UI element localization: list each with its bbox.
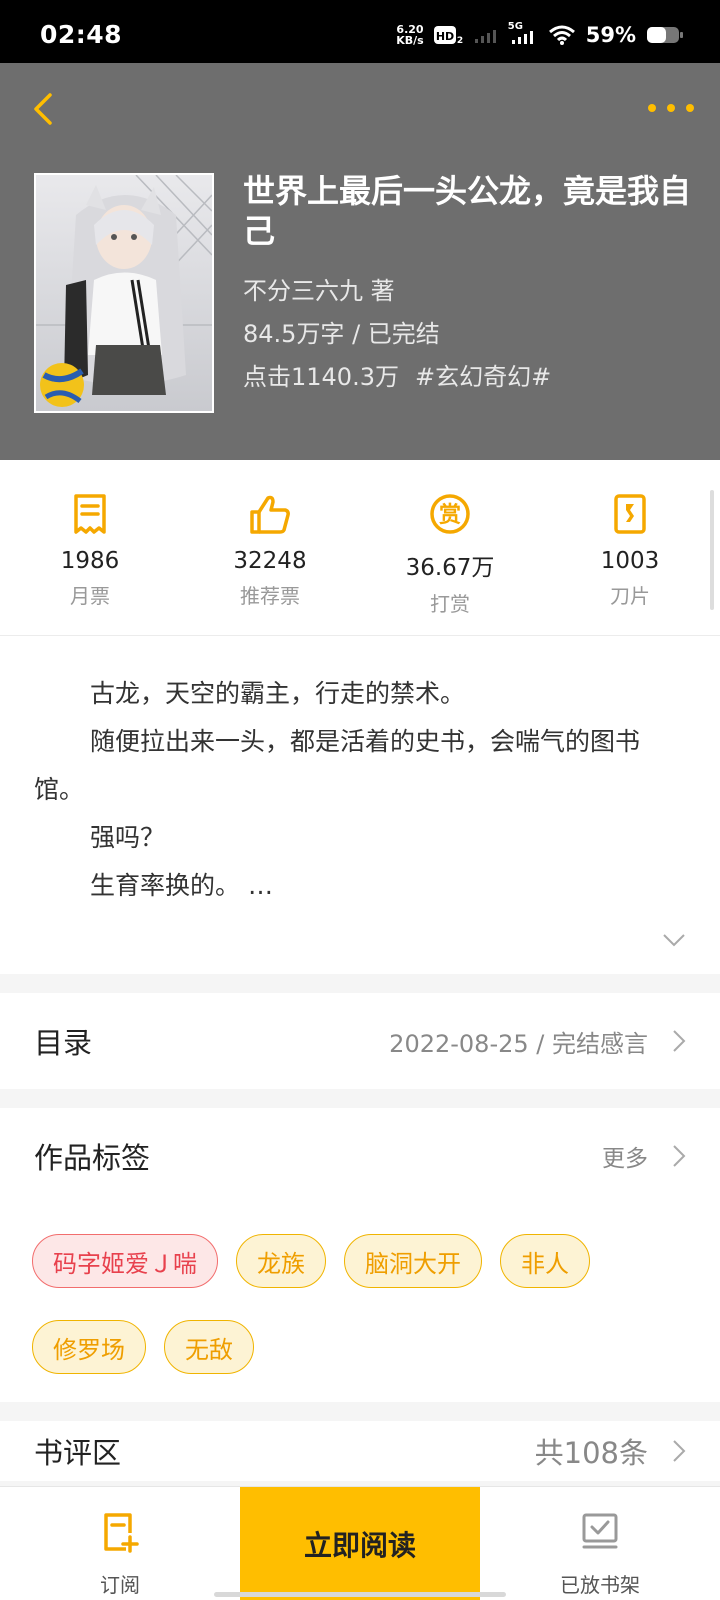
svg-text:赏: 赏 [439,503,461,528]
wifi-icon [548,25,575,45]
stat-reward[interactable]: 赏 36.67万 打赏 [360,460,540,635]
stat-value: 36.67万 [405,555,495,581]
stat-label: 月票 [70,584,110,608]
book-author[interactable]: 不分三六九 著 [243,271,395,306]
hd-voice-icon: HD 2 [433,26,463,45]
book-clicks: 点击1140.3万 [243,363,399,391]
subscribe-button[interactable]: 订阅 [0,1487,240,1600]
network-speed-unit: KB/s [396,34,424,47]
ticket-icon [74,494,106,534]
thumbs-up-icon [250,495,290,534]
bottom-action-bar: 订阅 立即阅读 已放书架 [0,1486,720,1600]
subscribe-icon [104,1513,139,1553]
book-word-count-status: 84.5万字 / 已完结 [243,320,440,348]
table-of-contents-row[interactable]: 目录 2022-08-25 / 完结感言 [0,993,720,1089]
tag-chip[interactable]: 修罗场 [32,1320,146,1374]
book-reviews-row[interactable]: 书评区 共108条 [0,1421,720,1481]
svg-text:HD: HD [436,30,454,43]
tag-chip[interactable]: 码字姬爱Ｊ喘 [32,1234,218,1288]
book-clicks-genre: 点击1140.3万 #玄幻奇幻# [243,357,551,392]
stat-value: 1986 [60,548,120,574]
stat-value: 32248 [233,548,307,574]
synopsis-line: 强吗？ [90,823,166,852]
reviews-title: 书评区 [34,1436,122,1470]
book-stats: 1986 月票 32248 推荐票 赏 36.67万 打赏 1003 刀片 [0,460,720,636]
synopsis-line: 古龙，天空的霸主，行走的禁术。 [90,679,466,708]
genre-tag[interactable]: #玄幻奇幻# [415,363,551,391]
book-cover-image[interactable] [34,173,214,413]
stat-label: 刀片 [610,584,650,608]
reward-icon: 赏 [430,494,470,534]
book-header: 世界上最后一头公龙，竟是我自己 不分三六九 著 84.5万字 / 已完结 点击1… [0,63,720,460]
chevron-right-icon[interactable] [672,1144,686,1168]
status-bar: 02:48 6.20 KB/s HD 2 5G 59% [0,0,720,63]
tags-more-link[interactable]: 更多 [602,1139,648,1173]
network-speed: 6.20 KB/s [396,24,423,46]
book-title: 世界上最后一头公龙，竟是我自己 [243,172,692,250]
subscribe-label: 订阅 [100,1573,140,1597]
bookshelf-label: 已放书架 [560,1573,640,1597]
blade-icon [614,494,646,534]
chevron-right-icon [673,1030,686,1052]
stat-blade[interactable]: 1003 刀片 [540,460,720,635]
status-icons: 6.20 KB/s HD 2 5G 59% [396,21,684,48]
synopsis-line: 随便拉出来一头，都是活着的史书，会喘气的图书馆。 [34,727,641,804]
work-tags-section: 作品标签 更多 码字姬爱Ｊ喘 龙族 脑洞大开 非人 修罗场 无敌 [0,1108,720,1402]
back-arrow-icon[interactable] [28,89,60,129]
chevron-down-icon[interactable] [662,932,686,948]
stat-value: 1003 [600,548,660,574]
tag-chip[interactable]: 非人 [500,1234,590,1288]
more-options-icon[interactable] [646,93,696,123]
stat-label: 推荐票 [240,584,300,608]
tag-chip[interactable]: 无敌 [164,1320,254,1374]
reviews-count: 共108条 [534,1436,648,1470]
svg-text:2: 2 [457,36,463,45]
tags-title: 作品标签 [34,1141,151,1175]
battery-icon [647,27,683,43]
tag-chip[interactable]: 脑洞大开 [344,1234,482,1288]
bookshelf-button[interactable]: 已放书架 [480,1487,720,1600]
stat-recommend-ticket[interactable]: 32248 推荐票 [180,460,360,635]
status-time: 02:48 [40,20,123,49]
bookshelf-added-icon [582,1513,618,1549]
chevron-right-icon [673,1440,686,1462]
latest-chapter: 2022-08-25 / 完结感言 [389,1029,648,1058]
signal-weak-icon [474,30,496,43]
tags-header: 作品标签 更多 [0,1108,720,1204]
read-now-button[interactable]: 立即阅读 [240,1487,480,1600]
toc-label: 目录 [34,1026,93,1060]
tag-chips: 码字姬爱Ｊ喘 龙族 脑洞大开 非人 修罗场 无敌 [32,1234,692,1374]
signal-5g-icon: 5G [508,21,538,47]
synopsis-line: 生育率换的。 … [90,871,273,900]
home-indicator[interactable] [214,1592,506,1597]
stat-monthly-ticket[interactable]: 1986 月票 [0,460,180,635]
stat-label: 打赏 [430,592,470,616]
battery-percent: 59% [585,23,636,47]
book-synopsis[interactable]: 古龙，天空的霸主，行走的禁术。 随便拉出来一头，都是活着的史书，会喘气的图书馆。… [0,636,720,974]
scrollbar[interactable] [710,490,714,610]
tag-chip[interactable]: 龙族 [236,1234,326,1288]
